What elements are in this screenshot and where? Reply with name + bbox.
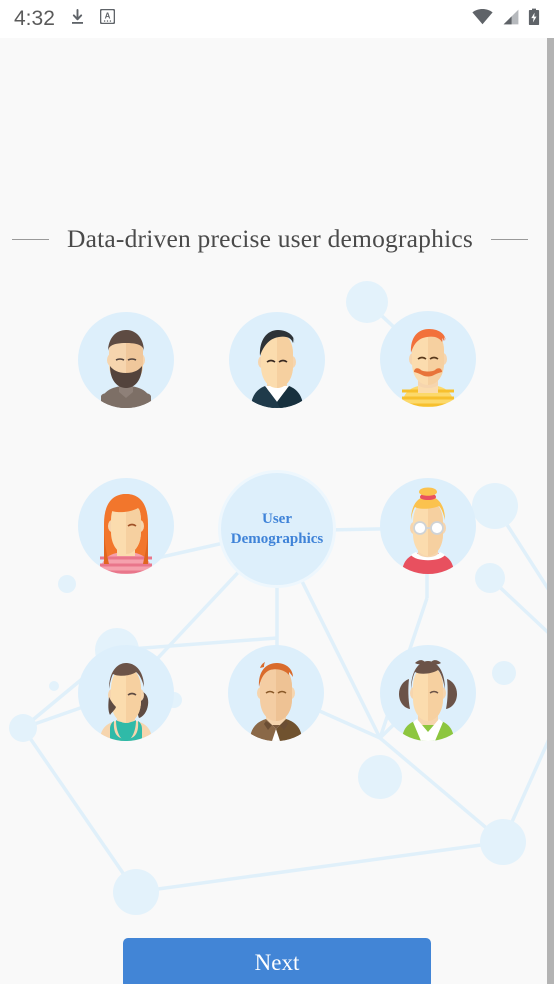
status-bar: 4:32 A — [0, 0, 554, 38]
avatar-bearded-man[interactable] — [78, 312, 174, 408]
avatar-glasses-woman[interactable] — [380, 478, 476, 574]
status-bar-right — [472, 8, 540, 31]
hub-label: User Demographics — [230, 511, 324, 547]
status-bar-left: 4:32 A — [14, 7, 116, 31]
onboarding-screen: 4:32 A Data-driven precise user demograp… — [0, 0, 554, 984]
avatar-ponytail-woman[interactable] — [78, 645, 174, 741]
avatar-pigtails-girl[interactable] — [380, 645, 476, 741]
battery-charging-icon — [528, 8, 540, 31]
download-icon — [69, 8, 86, 31]
hub-node[interactable]: User Demographics — [218, 470, 336, 588]
next-button[interactable]: Next — [123, 938, 431, 984]
page-title-row: Data-driven precise user demographics — [0, 224, 540, 254]
avatar-long-hair-woman[interactable] — [78, 478, 174, 574]
status-clock: 4:32 — [14, 7, 55, 30]
title-dash-left — [11, 238, 49, 240]
avatar-young-man-navy[interactable] — [229, 312, 325, 408]
svg-text:A: A — [104, 12, 110, 21]
caption-a-icon: A — [99, 8, 116, 29]
wifi-icon — [472, 8, 493, 30]
page-title: Data-driven precise user demographics — [66, 224, 474, 253]
vertical-scrollbar[interactable] — [547, 38, 554, 984]
avatar-ginger-mustache-man[interactable] — [380, 311, 476, 407]
title-dash-right — [491, 238, 529, 240]
cellular-signal-icon — [502, 9, 519, 30]
avatar-suit-man[interactable] — [228, 645, 324, 741]
page-content: Data-driven precise user demographics Us… — [0, 38, 554, 984]
